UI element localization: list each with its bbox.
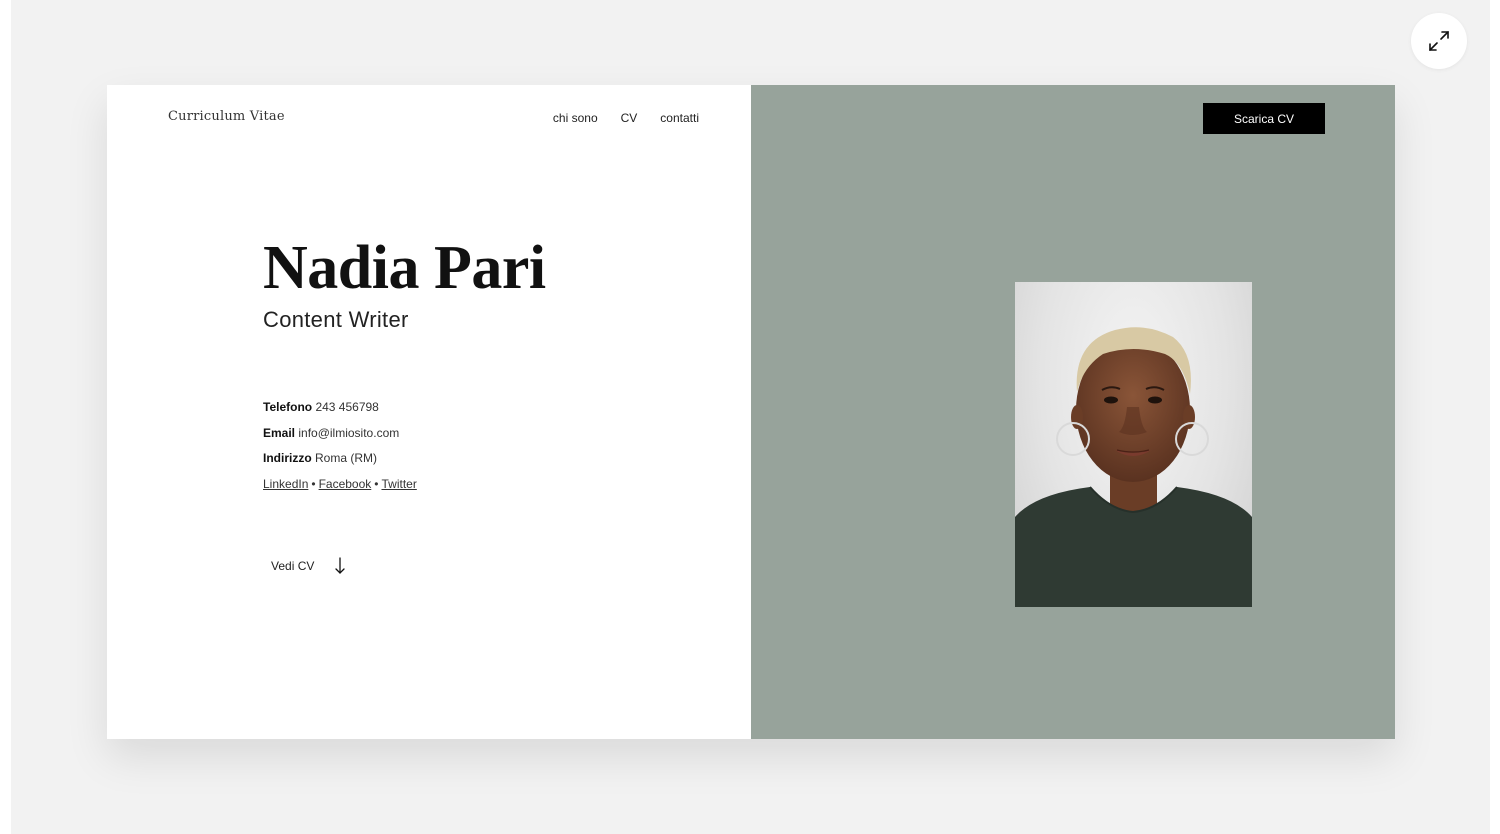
twitter-link[interactable]: Twitter <box>381 477 416 491</box>
address-label: Indirizzo <box>263 451 312 465</box>
right-pane: Scarica CV <box>751 85 1395 739</box>
profile-photo <box>1015 282 1252 607</box>
address-row: Indirizzo Roma (RM) <box>263 450 417 476</box>
social-separator: • <box>311 476 316 491</box>
phone-value: 243 456798 <box>315 400 379 414</box>
phone-row: Telefono 243 456798 <box>263 399 417 425</box>
left-pane: Curriculum Vitae chi sono CV contatti Na… <box>107 85 751 739</box>
nav-item-chi-sono[interactable]: chi sono <box>553 111 598 125</box>
linkedin-link[interactable]: LinkedIn <box>263 477 308 491</box>
site-brand[interactable]: Curriculum Vitae <box>168 109 285 124</box>
contact-info: Telefono 243 456798 Email info@ilmiosito… <box>263 399 417 501</box>
page-edge-left <box>0 0 11 834</box>
email-label: Email <box>263 425 296 440</box>
email-value: info@ilmiosito.com <box>298 425 400 440</box>
person-role: Content Writer <box>263 307 409 332</box>
arrow-down-icon <box>335 557 346 574</box>
social-links: LinkedIn • Facebook • Twitter <box>263 476 417 502</box>
main-nav: chi sono CV contatti <box>553 111 699 125</box>
nav-item-contatti[interactable]: contatti <box>660 111 699 125</box>
page-edge-right <box>1490 0 1500 834</box>
cv-card: Curriculum Vitae chi sono CV contatti Na… <box>107 85 1395 739</box>
download-cv-button[interactable]: Scarica CV <box>1203 103 1325 134</box>
view-cv-link[interactable]: Vedi CV <box>271 557 346 575</box>
nav-item-cv[interactable]: CV <box>621 111 638 125</box>
portrait-illustration <box>1015 327 1252 607</box>
facebook-link[interactable]: Facebook <box>319 477 372 491</box>
fullscreen-button[interactable] <box>1411 13 1467 69</box>
address-value: Roma (RM) <box>315 451 378 465</box>
person-name: Nadia Pari <box>263 234 546 302</box>
phone-label: Telefono <box>263 400 313 414</box>
social-separator: • <box>374 476 379 491</box>
email-row: Email info@ilmiosito.com <box>263 425 417 451</box>
view-cv-label: Vedi CV <box>271 559 315 573</box>
expand-arrows-icon <box>1429 31 1449 51</box>
